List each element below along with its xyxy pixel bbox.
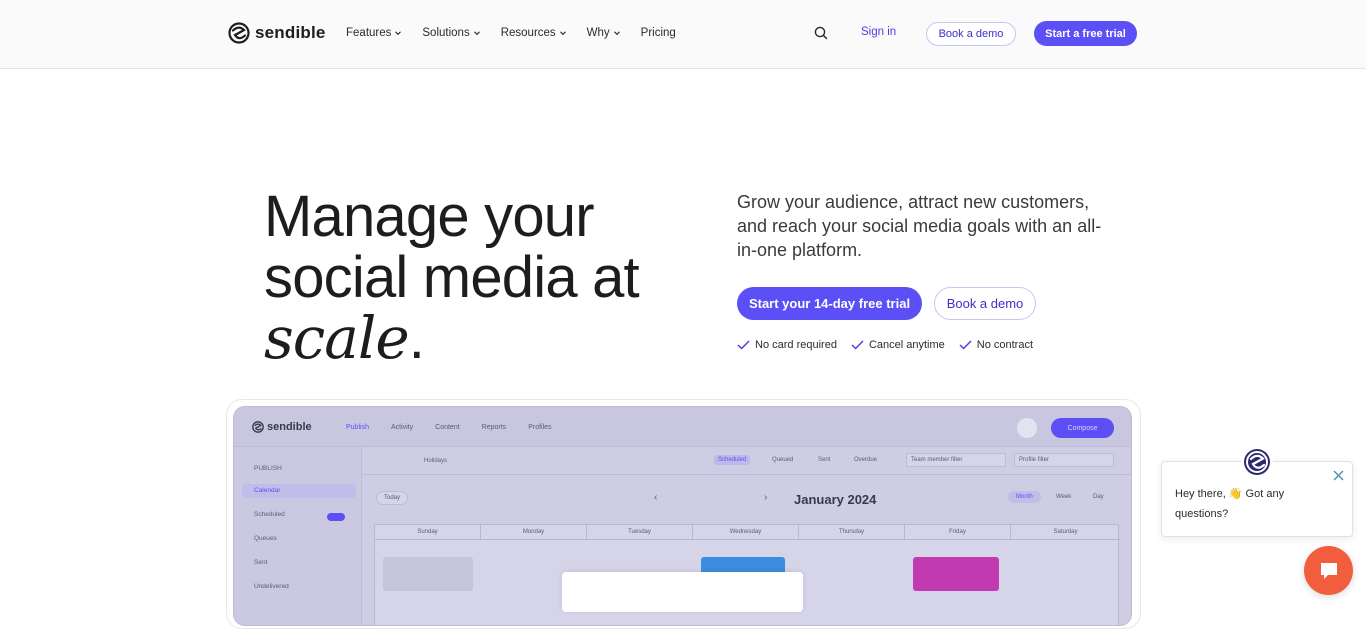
preview-sidebar-item: Undelivered — [254, 583, 289, 590]
hero-title-italic: scale — [264, 304, 410, 372]
hero-title-period: . — [408, 306, 425, 371]
preview-filter: Sent — [818, 457, 831, 463]
preview-team-filter: Team member filter — [906, 453, 1006, 467]
preview-sidebar-item: Calendar — [242, 484, 356, 498]
preview-filter: Scheduled — [714, 455, 751, 465]
menu-resources[interactable]: Resources — [501, 27, 567, 39]
chevron-right-icon: › — [764, 492, 768, 503]
preview-tab: Publish — [346, 424, 369, 431]
menu-features[interactable]: Features — [346, 27, 402, 39]
preview-holidays-label: Holidays — [424, 458, 448, 464]
start-14-day-trial-button[interactable]: Start your 14-day free trial — [737, 287, 922, 320]
perk-label: No contract — [976, 339, 1034, 351]
hero-title-line-2: social media at — [264, 245, 640, 310]
search-icon[interactable] — [813, 25, 829, 41]
hero-title: Manage your social media at scale. — [264, 184, 640, 371]
preview-day-header: Tuesday — [587, 525, 693, 539]
preview-tab: Profiles — [528, 424, 552, 431]
check-icon — [851, 340, 864, 350]
preview-topbar: sendible Publish Activity Content Report… — [234, 407, 1131, 447]
preview-month-label: January 2024 — [794, 492, 877, 507]
preview-post-card — [913, 557, 999, 591]
preview-toolbar: Holidays Scheduled Queued Sent Overdue T… — [362, 447, 1131, 475]
chevron-down-icon — [395, 31, 402, 36]
preview-count-badge — [327, 513, 345, 521]
preview-day-header: Monday — [481, 525, 587, 539]
perk-item: No card required — [737, 339, 837, 351]
preview-logo-text: sendible — [267, 421, 312, 433]
chat-launcher-button[interactable] — [1304, 546, 1353, 595]
menu-label: Resources — [500, 27, 556, 39]
preview-tabs: Publish Activity Content Reports Profile… — [346, 424, 552, 431]
perk-item: Cancel anytime — [851, 339, 945, 351]
perk-label: Cancel anytime — [868, 339, 945, 351]
chat-icon — [1320, 562, 1337, 579]
preview-filter: Overdue — [854, 457, 878, 463]
preview-sidebar-item: Sent — [254, 559, 268, 566]
preview-sidebar-item: Scheduled — [254, 511, 285, 518]
menu-label: Why — [586, 27, 610, 39]
preview-day-header: Thursday — [799, 525, 905, 539]
chevron-left-icon: ‹ — [654, 492, 658, 503]
menu-why[interactable]: Why — [587, 27, 621, 39]
preview-grid-line — [375, 539, 1120, 540]
sign-in-link[interactable]: Sign in — [861, 26, 896, 38]
preview-post-card — [383, 557, 473, 591]
preview-sidebar: PUBLISH Calendar Scheduled Queues Sent U… — [234, 447, 362, 625]
preview-view-month: Month — [1008, 491, 1041, 503]
sendible-logo[interactable]: sendible — [228, 22, 326, 44]
preview-day-header: Wednesday — [693, 525, 799, 539]
hero-title-line-1: Manage your — [264, 184, 595, 249]
main-menu: Features Solutions Resources Why Pricing — [346, 27, 696, 39]
preview-profile-filter: Profile filter — [1014, 453, 1114, 467]
hero-book-demo-button[interactable]: Book a demo — [934, 287, 1036, 320]
menu-pricing[interactable]: Pricing — [641, 27, 676, 39]
preview-day-header: Saturday — [1053, 529, 1078, 535]
hero-subtitle: Grow your audience, attract new customer… — [737, 192, 1102, 260]
preview-view-week: Week — [1056, 494, 1072, 500]
menu-label: Features — [346, 27, 392, 39]
chevron-down-icon — [473, 31, 480, 36]
preview-tab: Reports — [481, 424, 507, 431]
top-navbar: sendible Features Solutions Resources Wh… — [0, 0, 1366, 69]
chevron-down-icon — [559, 31, 566, 36]
preview-sidebar-heading: PUBLISH — [254, 465, 282, 472]
preview-upload-icon — [1017, 418, 1037, 438]
sendible-logo-icon — [228, 22, 250, 44]
menu-solutions[interactable]: Solutions — [422, 27, 480, 39]
menu-label: Solutions — [422, 27, 470, 39]
sendible-logo-icon — [252, 421, 264, 433]
chevron-down-icon — [613, 31, 620, 36]
menu-label: Pricing — [640, 27, 676, 39]
preview-today-button: Today — [376, 491, 409, 505]
preview-calendar-header: Today ‹ January 2024 › Month Week Day — [362, 482, 1131, 512]
close-icon[interactable] — [1332, 469, 1345, 482]
preview-sidebar-item: Queues — [254, 535, 277, 542]
preview-day-header: Sunday — [375, 525, 481, 539]
preview-compose-button: Compose — [1051, 418, 1114, 438]
preview-tab: Content — [435, 424, 460, 431]
preview-day-header: Friday — [905, 525, 1011, 539]
preview-view-day: Day — [1093, 494, 1104, 500]
check-icon — [959, 340, 972, 350]
start-trial-button[interactable]: Start a free trial — [1034, 21, 1137, 46]
chat-greeting: Hey there, 👋 Got any questions? — [1175, 488, 1285, 520]
chat-agent-avatar — [1241, 446, 1273, 478]
book-demo-button[interactable]: Book a demo — [926, 22, 1016, 46]
check-icon — [737, 340, 750, 350]
preview-logo: sendible — [252, 421, 312, 433]
logo-text: sendible — [255, 23, 326, 42]
preview-popup-card — [562, 572, 803, 612]
perks-list: No card required Cancel anytime No contr… — [737, 339, 1033, 351]
preview-tab: Activity — [390, 424, 414, 431]
preview-filter: Queued — [772, 457, 794, 463]
perk-item: No contract — [959, 339, 1033, 351]
hero-title-line-3: scale. — [264, 306, 639, 371]
perk-label: No card required — [755, 339, 837, 351]
